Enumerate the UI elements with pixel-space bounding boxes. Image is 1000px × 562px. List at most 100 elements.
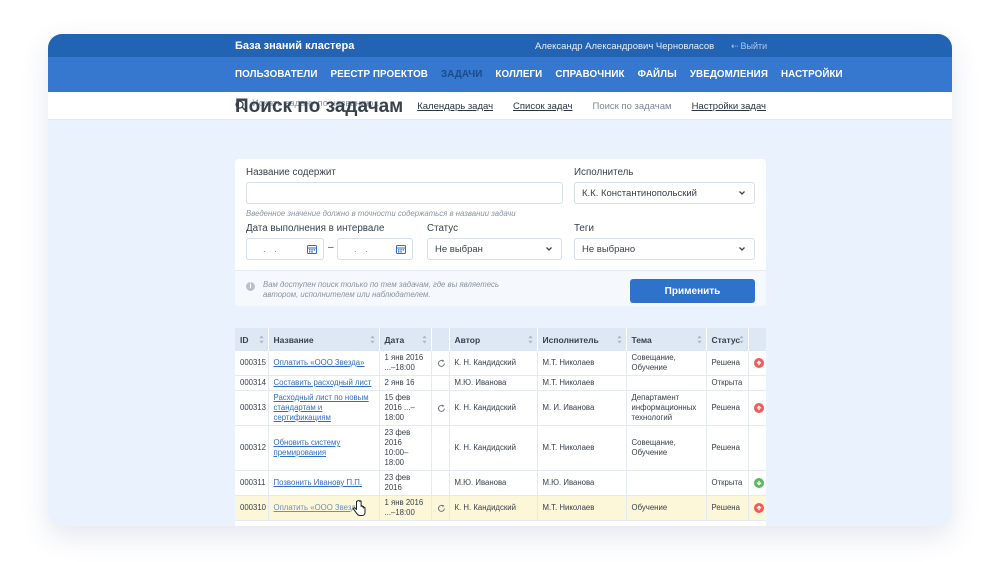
task-id-cell: 000313 [235, 390, 269, 426]
chevron-down-icon [546, 247, 552, 251]
column-header[interactable]: Автор [449, 328, 538, 351]
task-date: 1 янв 2016 ...–18:00 [384, 498, 424, 517]
recurring-cell [431, 470, 450, 496]
main-nav: ПОЛЬЗОВАТЕЛИ РЕЕСТР ПРОЕКТОВ ЗАДАЧИ КОЛЛЕГИ… [48, 57, 952, 92]
task-id: 000312 [240, 443, 267, 452]
table-header-row: ID Название Дата Автор Исполнитель Тема Статус [235, 328, 766, 351]
sort-icon[interactable] [616, 335, 622, 344]
logout-icon: ⇠ [731, 41, 739, 51]
sort-icon[interactable] [527, 335, 533, 344]
date-to-value: . . [354, 243, 371, 255]
sort-icon[interactable] [258, 335, 264, 344]
task-name-link[interactable]: Обновить систему премирования [274, 438, 341, 457]
task-sublinks: Календарь задач Список задач Поиск по зада… [417, 101, 766, 112]
task-name-link[interactable]: Оплатить «ООО Звезда» [274, 358, 365, 367]
task-author: М.Ю. Иванова [454, 478, 507, 487]
assignee-select[interactable]: К.К. Константинопольский [574, 182, 755, 204]
nav-item[interactable]: ПОЛЬЗОВАТЕЛИ [235, 69, 318, 80]
assignee-select-value: К.К. Константинопольский [582, 187, 697, 199]
task-name-link[interactable]: Составить расходный лист [274, 378, 372, 387]
nav-item[interactable]: СПРАВОЧНИК [555, 69, 624, 80]
column-header[interactable]: Дата [379, 328, 432, 351]
nav-item[interactable]: РЕЕСТР ПРОЕКТОВ [331, 69, 428, 80]
task-assignee-cell: М.Ю. Иванова [537, 470, 627, 496]
assignee-filter-label: Исполнитель [574, 167, 634, 178]
task-status-cell: Решена [706, 495, 749, 521]
table-row[interactable]: 000315 Оплатить «ООО Звезда» 1 янв 2016 ..… [235, 351, 766, 376]
task-assignee: М.Т. Николаев [542, 378, 595, 387]
task-author-cell: К. Н. Кандидский [449, 351, 538, 376]
task-status-cell: Решена [706, 425, 749, 471]
table-row[interactable]: 000313 Расходный лист по новым стандартам… [235, 390, 766, 426]
table-row[interactable]: 000311 Позвонить Иванову П.П. 23 фев 2016 М… [235, 470, 766, 496]
task-topic-cell: Совещание, Обучение [626, 425, 707, 471]
status-select[interactable]: Не выбран [427, 238, 562, 260]
column-header[interactable]: ID [235, 328, 269, 351]
column-header-label: Название [273, 334, 314, 345]
task-assignee: М.Т. Николаев [542, 443, 595, 452]
task-name-link[interactable]: Оплатить «ООО Звезда» [274, 503, 365, 512]
table-row[interactable]: 000314 Составить расходный лист 2 янв 16 М.… [235, 375, 766, 391]
logout-button[interactable]: ⇠ Выйти [731, 41, 767, 52]
column-header[interactable]: Название [268, 328, 380, 351]
table-row[interactable]: 000312 Обновить систему премирования 23 фе… [235, 425, 766, 471]
task-assignee-cell: М.Т. Николаев [537, 495, 627, 521]
calendar-icon[interactable] [307, 244, 317, 254]
task-date: 1 янв 2016 ...–18:00 [384, 353, 424, 372]
nav-item[interactable]: УВЕДОМЛЕНИЯ [690, 69, 768, 80]
app-title[interactable]: База знаний кластера [235, 40, 354, 52]
user-name[interactable]: Александр Александрович Черновласов [535, 41, 714, 52]
date-from-input[interactable]: . . [246, 238, 324, 260]
task-author: К. Н. Кандидский [454, 503, 517, 512]
nav-item[interactable]: КОЛЛЕГИ [495, 69, 542, 80]
subnav-link[interactable]: Календарь задач [417, 101, 493, 112]
task-id: 000314 [240, 378, 267, 387]
task-id: 000315 [240, 358, 267, 367]
logout-label: Выйти [740, 41, 768, 51]
apply-button[interactable]: Применить [630, 279, 755, 303]
refresh-icon [437, 359, 445, 367]
status-filter-label: Статус [427, 223, 458, 234]
task-status-cell: Открыта [706, 375, 749, 391]
date-range-dash: – [328, 242, 334, 253]
task-name-link-cell: Обновить систему премирования [268, 425, 380, 471]
task-status: Решена [711, 358, 740, 367]
sort-icon[interactable] [696, 335, 702, 344]
task-author-cell: К. Н. Кандидский [449, 425, 538, 471]
task-name-link[interactable]: Расходный лист по новым стандартам и сер… [274, 393, 369, 422]
app-window: База знаний кластера Александр Александр… [48, 34, 952, 526]
task-author: К. Н. Кандидский [454, 443, 517, 452]
table-row[interactable]: 000310 Оплатить «ООО Звезда» 1 янв 2016 ..… [235, 495, 766, 521]
subnav-link[interactable]: Настройки задач [692, 101, 766, 112]
date-to-input[interactable]: . . [337, 238, 413, 260]
nav-item[interactable]: ФАЙЛЫ [638, 69, 677, 80]
calendar-icon[interactable] [396, 244, 406, 254]
column-header[interactable]: Тема [626, 328, 707, 351]
arrow-up-icon[interactable] [753, 503, 764, 513]
arrow-up-icon[interactable] [753, 403, 764, 413]
sub-nav: Календарь задач Список задач Поиск по зада… [48, 92, 952, 120]
status-select-value: Не выбран [435, 243, 483, 255]
task-name-link-cell: Расходный лист по новым стандартам и сер… [268, 390, 380, 426]
column-header[interactable]: Статус [706, 328, 749, 351]
subnav-link[interactable]: Список задач [513, 101, 572, 112]
nav-item[interactable]: НАСТРОЙКИ [781, 69, 843, 80]
recurring-cell [431, 390, 450, 426]
column-header[interactable]: Исполнитель [537, 328, 627, 351]
tags-select[interactable]: Не выбрано [574, 238, 755, 260]
subnav-link[interactable]: Поиск по задачам [593, 101, 672, 112]
name-filter-label: Название содержит [246, 167, 336, 178]
sort-icon[interactable] [369, 335, 375, 344]
date-filter-label: Дата выполнения в интервале [246, 223, 385, 234]
arrow-up-icon[interactable] [753, 358, 764, 368]
sort-icon[interactable] [421, 335, 427, 344]
arrow-down-icon[interactable] [753, 478, 764, 488]
sort-icon[interactable] [738, 335, 744, 344]
task-name-link[interactable]: Позвонить Иванову П.П. [274, 478, 363, 487]
name-filter-input[interactable] [246, 182, 563, 204]
task-status: Решена [711, 503, 740, 512]
nav-item[interactable]: ЗАДАЧИ [441, 69, 482, 80]
tasks-table: ID Название Дата Автор Исполнитель Тема Статус… [235, 328, 766, 526]
task-topic: Совещание, Обучение [631, 438, 676, 457]
task-status-cell: Решена [706, 390, 749, 426]
